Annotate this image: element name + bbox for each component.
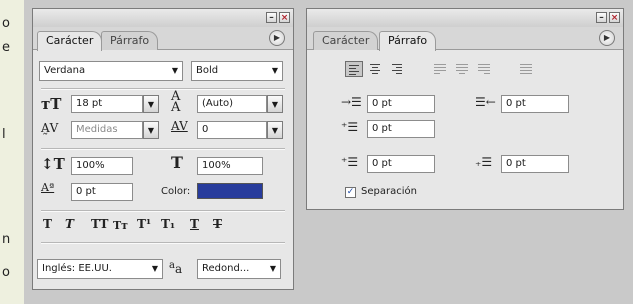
font-style-select[interactable]: Bold ▼ xyxy=(191,61,283,81)
kerning-field[interactable]: Medidas xyxy=(71,121,143,139)
antialias-icon-letter: a xyxy=(174,262,183,276)
align-left-icon[interactable] xyxy=(345,61,363,77)
faux-bold-icon[interactable]: T xyxy=(43,217,52,231)
chevron-down-icon: ▼ xyxy=(271,66,278,75)
tab-row: Carácter Párrafo xyxy=(33,27,293,51)
tab-paragraph[interactable]: Párrafo xyxy=(101,31,159,50)
indent-first-line-field[interactable]: 0 pt xyxy=(367,120,435,138)
background-text: n xyxy=(2,232,11,247)
panel-menu-icon[interactable]: ▶ xyxy=(599,30,615,46)
antialias-select[interactable]: Redond... ▼ xyxy=(197,259,281,279)
chevron-down-icon: ▼ xyxy=(171,66,178,75)
hyphenate-label: Separación xyxy=(361,186,417,197)
tab-row: Carácter Párrafo xyxy=(307,27,623,51)
antialias-value: Redond... xyxy=(202,263,250,274)
language-value: Inglés: EE.UU. xyxy=(42,263,112,274)
tab-character[interactable]: Carácter xyxy=(313,31,379,50)
strikethrough-icon[interactable]: T xyxy=(213,217,222,231)
space-before-icon: ⁺☰ xyxy=(341,155,359,169)
background-text: o xyxy=(2,16,10,31)
divider xyxy=(41,242,285,244)
font-size-dropdown[interactable]: ▼ xyxy=(143,95,159,113)
font-size-field[interactable]: 18 pt xyxy=(71,95,143,113)
color-label: Color: xyxy=(161,186,191,197)
font-family-value: Verdana xyxy=(44,65,86,76)
language-select[interactable]: Inglés: EE.UU. ▼ xyxy=(37,259,163,279)
faux-italic-icon[interactable]: T xyxy=(65,217,74,231)
vertical-scale-icon: ↕T xyxy=(41,155,65,173)
space-after-field[interactable]: 0 pt xyxy=(501,155,569,173)
chevron-down-icon: ▼ xyxy=(269,264,276,273)
indent-right-field[interactable]: 0 pt xyxy=(501,95,569,113)
font-family-select[interactable]: Verdana ▼ xyxy=(39,61,183,81)
align-center-icon[interactable] xyxy=(367,61,385,77)
baseline-shift-icon: Aª xyxy=(41,181,55,194)
tracking-field[interactable]: 0 xyxy=(197,121,267,139)
underline-icon[interactable]: T xyxy=(190,217,199,231)
superscript-icon[interactable]: T¹ xyxy=(137,217,151,231)
antialias-icon: aa xyxy=(169,260,182,276)
font-style-value: Bold xyxy=(196,65,219,76)
vertical-scale-field[interactable]: 100% xyxy=(71,157,133,175)
divider xyxy=(41,210,285,212)
justify-last-left-icon[interactable] xyxy=(431,61,449,77)
background-text: l xyxy=(2,127,6,142)
close-icon[interactable]: × xyxy=(279,12,290,23)
panel-titlebar[interactable]: – × xyxy=(33,9,293,28)
tab-paragraph[interactable]: Párrafo xyxy=(379,31,437,51)
leading-field[interactable]: (Auto) xyxy=(197,95,267,113)
minimize-icon[interactable]: – xyxy=(266,12,277,23)
color-swatch[interactable] xyxy=(197,183,263,199)
align-right-icon[interactable] xyxy=(389,61,407,77)
all-caps-icon[interactable]: TT xyxy=(91,217,108,231)
kerning-icon: A̰V xyxy=(41,121,59,135)
horizontal-scale-field[interactable]: 100% xyxy=(197,157,263,175)
justify-last-right-icon[interactable] xyxy=(475,61,493,77)
chevron-down-icon: ▼ xyxy=(151,264,158,273)
font-size-icon: ᴛT xyxy=(41,95,62,113)
horizontal-scale-icon: T xyxy=(171,153,183,172)
panel-menu-icon[interactable]: ▶ xyxy=(269,30,285,46)
divider xyxy=(41,148,285,150)
indent-first-line-icon: ⁺☰ xyxy=(341,120,359,134)
leading-icon: AA xyxy=(171,89,181,115)
minimize-icon[interactable]: – xyxy=(596,12,607,23)
hyphenate-checkbox[interactable]: ✓ xyxy=(345,187,356,198)
tab-character[interactable]: Carácter xyxy=(37,31,103,51)
space-after-icon: ₊☰ xyxy=(475,155,493,169)
space-before-field[interactable]: 0 pt xyxy=(367,155,435,173)
indent-left-field[interactable]: 0 pt xyxy=(367,95,435,113)
tracking-icon: AV xyxy=(171,119,188,133)
indent-right-icon: ☰← xyxy=(475,95,496,109)
kerning-dropdown[interactable]: ▼ xyxy=(143,121,159,139)
paragraph-panel: – × Carácter Párrafo ▶ →☰ 0 pt ☰← 0 pt ⁺… xyxy=(306,8,624,210)
close-icon[interactable]: × xyxy=(609,12,620,23)
subscript-icon[interactable]: T₁ xyxy=(161,217,175,231)
justify-all-icon[interactable] xyxy=(517,61,535,77)
indent-left-icon: →☰ xyxy=(341,95,362,109)
character-panel: – × Carácter Párrafo ▶ Verdana ▼ Bold ▼ … xyxy=(32,8,294,290)
divider xyxy=(41,88,285,90)
tracking-dropdown[interactable]: ▼ xyxy=(267,121,283,139)
panel-titlebar[interactable]: – × xyxy=(307,9,623,28)
justify-last-center-icon[interactable] xyxy=(453,61,471,77)
background-text: o xyxy=(2,265,10,280)
background-text: e xyxy=(2,40,10,55)
leading-dropdown[interactable]: ▼ xyxy=(267,95,283,113)
small-caps-icon[interactable]: Tт xyxy=(113,219,128,232)
baseline-shift-field[interactable]: 0 pt xyxy=(71,183,133,201)
